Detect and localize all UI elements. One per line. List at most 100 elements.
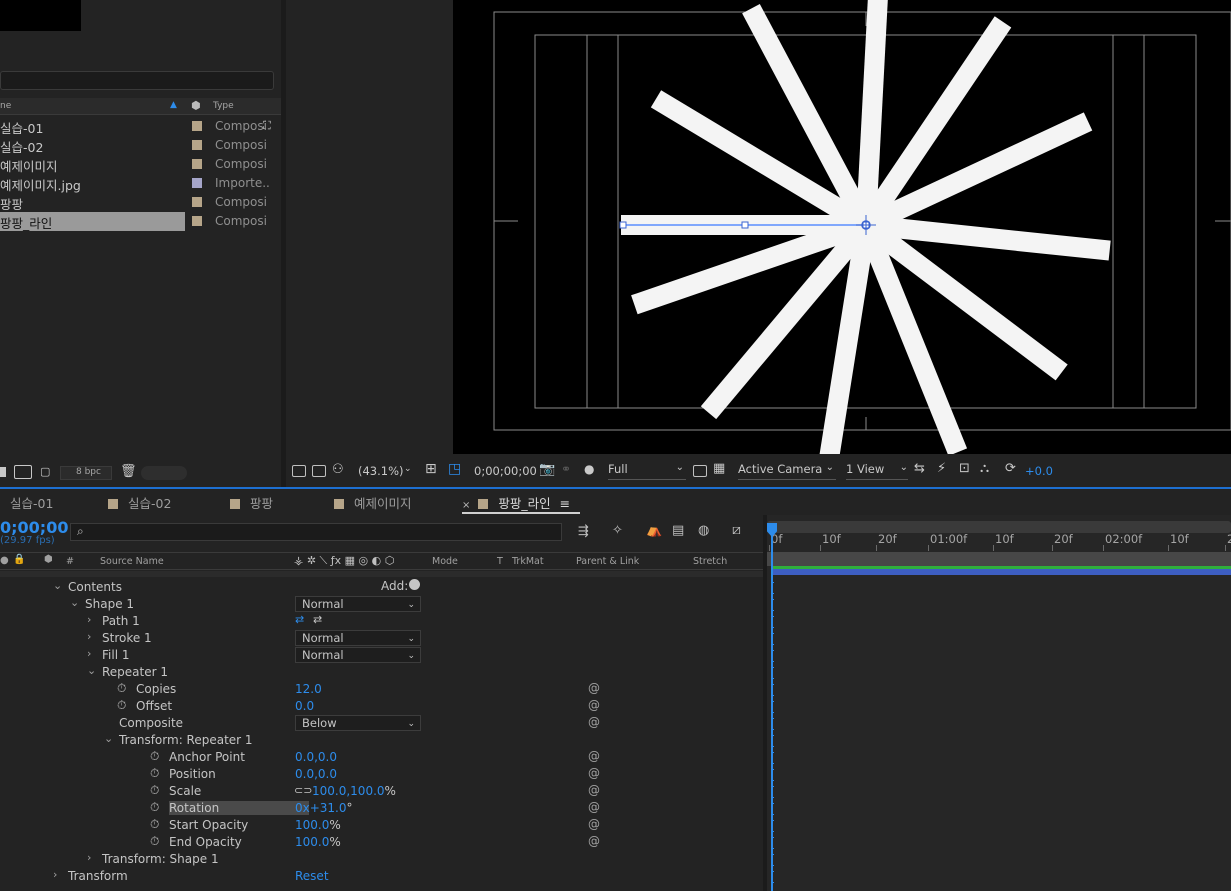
- stopwatch-icon[interactable]: ⏱: [117, 681, 126, 696]
- new-composition-icon[interactable]: ▢: [40, 465, 50, 478]
- snapshot-camera-icon[interactable]: 📷: [539, 462, 555, 477]
- pickwhip-icon[interactable]: @: [588, 698, 600, 712]
- property-row[interactable]: ⌄ Shape 1 Normal ⌄: [0, 596, 763, 613]
- tab-composition[interactable]: 예제이미지: [334, 493, 412, 512]
- motion-blur-icon[interactable]: ◍: [698, 523, 709, 538]
- timeline-search-input[interactable]: ⌕: [70, 523, 562, 541]
- label-tag-icon[interactable]: ⬢: [191, 99, 201, 112]
- tab-composition[interactable]: 실습-01: [0, 493, 53, 512]
- chevron-right-icon[interactable]: ›: [87, 630, 91, 643]
- flowchart-view-icon[interactable]: ⛬: [980, 461, 989, 476]
- label-color-swatch[interactable]: [192, 197, 202, 207]
- stopwatch-icon[interactable]: ⏱: [150, 834, 159, 849]
- pickwhip-icon[interactable]: @: [588, 749, 600, 763]
- chevron-right-icon[interactable]: ›: [87, 613, 91, 626]
- tab-composition[interactable]: 실습-02: [108, 493, 171, 512]
- pickwhip-icon[interactable]: @: [588, 817, 600, 831]
- tab-composition[interactable]: 팡팡: [230, 493, 273, 512]
- property-row[interactable]: ⌄ Repeater 1: [0, 664, 763, 681]
- stopwatch-icon[interactable]: ⏱: [117, 698, 126, 713]
- toggle-pixel-aspect-icon[interactable]: ⇆: [914, 461, 925, 476]
- property-value[interactable]: 100.0%: [295, 835, 341, 849]
- property-value[interactable]: 0.0,0.0: [295, 767, 337, 781]
- region-of-interest-icon[interactable]: [693, 465, 707, 477]
- show-snapshot-icon[interactable]: ⚭: [561, 462, 571, 476]
- stopwatch-icon[interactable]: ⏱: [150, 800, 159, 815]
- view-layout-select[interactable]: 1 View ⌄: [846, 462, 908, 480]
- property-row[interactable]: › Transform: Shape 1: [0, 851, 763, 868]
- chevron-down-icon[interactable]: ⌄: [70, 596, 79, 609]
- property-row[interactable]: ⏱ Start Opacity 100.0% @: [0, 817, 763, 834]
- tab-menu-icon[interactable]: ≡: [560, 496, 570, 511]
- trash-icon[interactable]: 🗑: [120, 464, 137, 479]
- pickwhip-icon[interactable]: @: [588, 783, 600, 797]
- name-column-header[interactable]: ne: [0, 101, 11, 111]
- exposure-value[interactable]: +0.0: [1025, 464, 1053, 478]
- resolution-select[interactable]: Full ⌄: [608, 462, 686, 480]
- property-value[interactable]: Reset: [295, 869, 329, 883]
- type-column-header[interactable]: Type: [213, 101, 234, 111]
- property-row[interactable]: ⌄ Transform: Repeater 1: [0, 732, 763, 749]
- property-value[interactable]: 0.0: [295, 699, 314, 713]
- pickwhip-icon[interactable]: @: [588, 800, 600, 814]
- stopwatch-icon[interactable]: ⏱: [150, 783, 159, 798]
- property-row[interactable]: ⏱ Scale 100.0,100.0% ⊂⊃ @: [0, 783, 763, 800]
- blend-mode-select[interactable]: Normal ⌄: [295, 596, 421, 612]
- path-vertex-handle[interactable]: [741, 221, 749, 229]
- draft-3d-icon[interactable]: ✧: [612, 523, 623, 538]
- parent-link-header[interactable]: Parent & Link: [576, 556, 639, 567]
- property-row[interactable]: Composite Below ⌄ @: [0, 715, 763, 732]
- frame-blending-icon[interactable]: ▤: [672, 523, 684, 538]
- property-row[interactable]: ⏱ Copies 12.0 @: [0, 681, 763, 698]
- label-color-swatch[interactable]: [192, 178, 202, 188]
- property-value[interactable]: 100.0%: [295, 818, 341, 832]
- pickwhip-icon[interactable]: @: [588, 766, 600, 780]
- trkmat-header[interactable]: TrkMat: [512, 556, 544, 567]
- label-color-swatch[interactable]: [192, 159, 202, 169]
- display-monitor-icon[interactable]: [312, 465, 326, 477]
- interpret-footage-icon[interactable]: [0, 467, 6, 477]
- path-vertex-handle[interactable]: [619, 221, 627, 229]
- viewer-canvas[interactable]: [453, 0, 1231, 454]
- stopwatch-icon[interactable]: ⏱: [150, 749, 159, 764]
- mask-path-icon[interactable]: ◳: [448, 461, 461, 477]
- pickwhip-icon[interactable]: @: [588, 681, 600, 695]
- property-row[interactable]: ⏱ Rotation 0x+31.0° @: [0, 800, 763, 817]
- project-item[interactable]: 예제이미지.jpg Importe..: [0, 174, 281, 193]
- property-row[interactable]: ⏱ Offset 0.0 @: [0, 698, 763, 715]
- chevron-right-icon[interactable]: ›: [87, 647, 91, 660]
- stopwatch-icon[interactable]: ⏱: [150, 817, 159, 832]
- graph-editor-icon[interactable]: ⧄: [732, 522, 741, 538]
- property-value[interactable]: 0.0,0.0: [295, 750, 337, 764]
- project-item[interactable]: 실습-01 Composi: [0, 117, 281, 136]
- blend-mode-select[interactable]: Below ⌄: [295, 715, 421, 731]
- grid-guide-icon[interactable]: ⊞: [425, 461, 437, 477]
- project-item[interactable]: 팡팡_라인 Composi: [0, 212, 281, 231]
- chevron-right-icon[interactable]: ›: [53, 868, 57, 881]
- property-row[interactable]: › Transform Reset: [0, 868, 763, 885]
- transparency-grid-icon[interactable]: ▦: [713, 461, 725, 476]
- time-navigator[interactable]: [767, 552, 1231, 566]
- chevron-down-icon[interactable]: ⌄: [104, 732, 113, 745]
- property-row[interactable]: › Stroke 1 Normal ⌄: [0, 630, 763, 647]
- comp-mini-flowchart-icon[interactable]: ⇶: [578, 524, 589, 539]
- project-scrollbar[interactable]: [141, 466, 187, 480]
- shy-layers-icon[interactable]: ⛺: [646, 523, 662, 538]
- zoom-select[interactable]: (43.1%): [358, 464, 404, 478]
- sort-asc-icon[interactable]: ▲: [170, 100, 177, 110]
- property-value[interactable]: 100.0,100.0%: [312, 784, 396, 798]
- property-value[interactable]: 12.0: [295, 682, 322, 696]
- chevron-down-icon[interactable]: ⌄: [87, 664, 96, 677]
- tab-composition[interactable]: × 팡팡_라인 ≡: [462, 493, 570, 512]
- mode-header[interactable]: Mode: [432, 556, 458, 567]
- label-color-swatch[interactable]: [192, 121, 202, 131]
- time-ruler[interactable]: 0f 10f 20f 01:00f 10f 20f 02:00f 10f 2: [767, 530, 1231, 552]
- pickwhip-icon[interactable]: @: [588, 715, 600, 729]
- camera-select[interactable]: Active Camera ⌄: [738, 462, 836, 480]
- chevron-right-icon[interactable]: ›: [87, 851, 91, 864]
- reverse-path-icon[interactable]: ⇄: [313, 613, 322, 626]
- reset-exposure-icon[interactable]: ⟳: [1005, 461, 1016, 476]
- stretch-header[interactable]: Stretch: [693, 556, 727, 567]
- timeline-icon[interactable]: ⊡: [959, 461, 970, 476]
- property-row[interactable]: ⏱ End Opacity 100.0% @: [0, 834, 763, 851]
